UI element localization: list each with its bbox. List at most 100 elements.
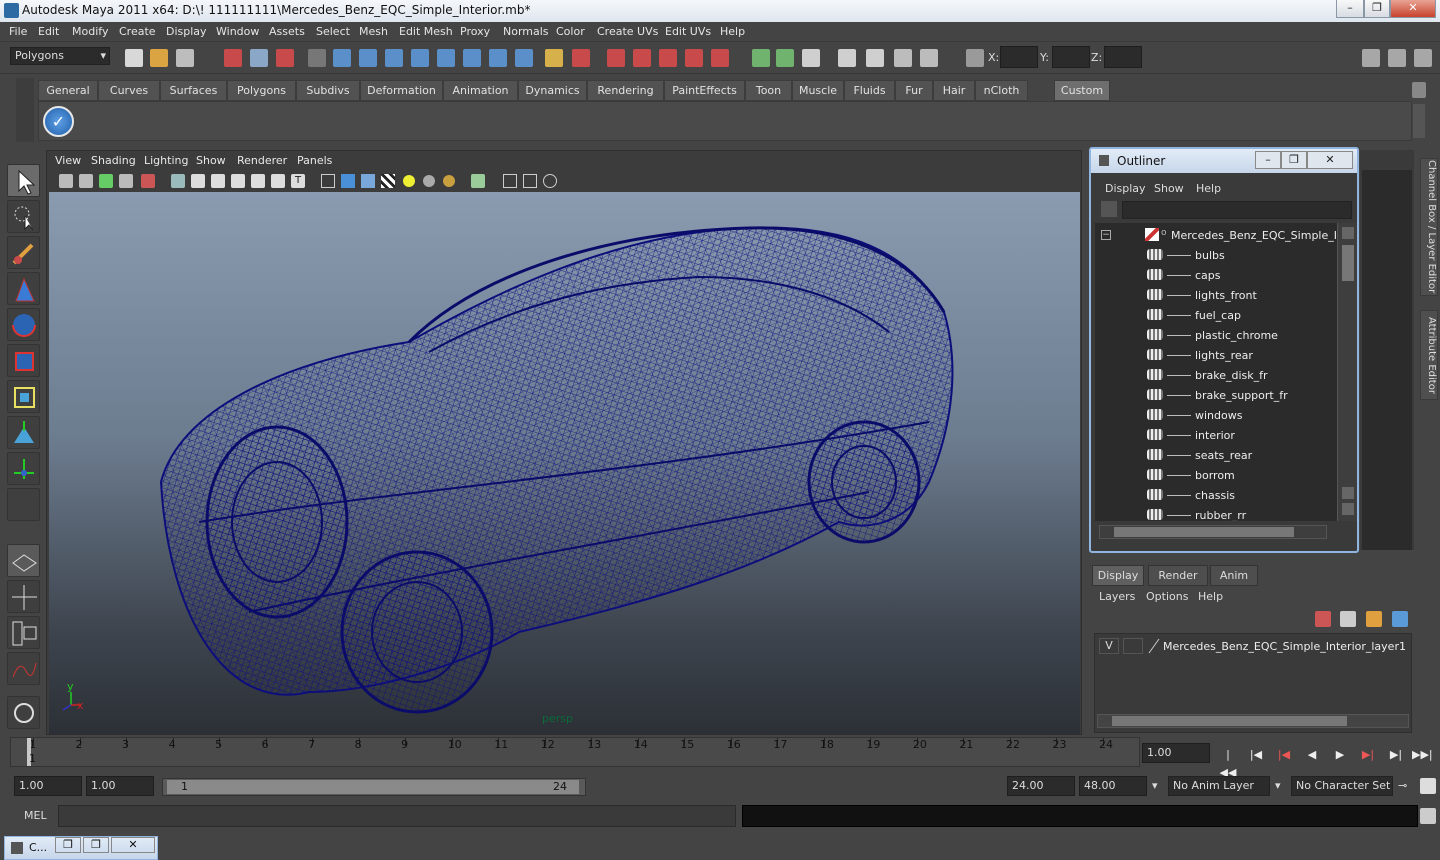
paint-select-tool-icon[interactable] [7, 236, 40, 269]
animation-preferences-icon[interactable] [1420, 778, 1436, 794]
grease-pencil-icon[interactable] [141, 174, 155, 188]
shelf-handle[interactable] [16, 78, 34, 142]
go-to-end-button[interactable]: ▶▶| [1412, 746, 1433, 764]
step-back-frame-button[interactable]: |◀ [1246, 746, 1266, 764]
scale-tool-icon[interactable] [7, 344, 40, 377]
outliner-menu-display[interactable]: Display [1105, 182, 1146, 195]
layer-menu-layers[interactable]: Layers [1099, 590, 1135, 603]
select-joints-icon[interactable] [359, 49, 377, 67]
panel-menu-shading[interactable]: Shading [91, 154, 136, 167]
playback-end-field[interactable]: 24.00 [1007, 776, 1075, 796]
persp-outliner-layout-icon[interactable] [7, 616, 40, 649]
scroll-up-lower-button[interactable] [1342, 487, 1354, 499]
step-forward-key-button[interactable]: ▶| [1358, 746, 1378, 764]
animation-start-field[interactable]: 1.00 [14, 776, 82, 796]
outliner-title-bar[interactable]: Outliner – ❐ ✕ [1091, 149, 1357, 173]
move-layer-down-icon[interactable] [1340, 611, 1356, 627]
layer-color-swatch[interactable] [1147, 638, 1161, 654]
snap-curve-icon[interactable] [633, 49, 651, 67]
camera-attributes-icon[interactable] [79, 174, 93, 188]
menu-edit-uvs[interactable]: Edit UVs [665, 25, 711, 38]
snap-point-icon[interactable] [659, 49, 677, 67]
outliner-filter-icon[interactable] [1101, 201, 1117, 217]
mask-dropdown-icon[interactable] [308, 49, 326, 67]
animation-end-field[interactable]: 48.00 [1079, 776, 1147, 796]
outliner-item[interactable]: brake_support_fr [1097, 385, 1343, 405]
outliner-item[interactable]: brake_disk_fr [1097, 365, 1343, 385]
resolution-gate-icon[interactable] [211, 174, 225, 188]
menu-edit[interactable]: Edit [38, 25, 59, 38]
panel-menu-show[interactable]: Show [196, 154, 226, 167]
layer-h-scroll-thumb[interactable] [1112, 716, 1347, 726]
anim-layer-dropdown[interactable]: No Anim Layer [1168, 776, 1270, 796]
menu-assets[interactable]: Assets [269, 25, 305, 38]
soft-mod-tool-icon[interactable] [7, 416, 40, 449]
construction-history-icon[interactable] [802, 49, 820, 67]
select-hierarchy-icon[interactable] [224, 49, 242, 67]
channel-box-list[interactable] [1362, 170, 1412, 550]
outliner-item[interactable]: lights_rear [1097, 345, 1343, 365]
wireframe-shading-icon[interactable] [321, 174, 335, 188]
character-set-dropdown[interactable]: No Character Set [1291, 776, 1393, 796]
menu-color[interactable]: Color [556, 25, 585, 38]
outliner-item[interactable]: borrom [1097, 465, 1343, 485]
safe-title-icon[interactable]: T [291, 174, 305, 188]
layer-tab-display[interactable]: Display [1092, 565, 1144, 586]
h-scroll-thumb[interactable] [1114, 527, 1294, 537]
gate-mask-icon[interactable] [231, 174, 245, 188]
single-perspective-layout-icon[interactable] [7, 544, 40, 577]
panel-menu-panels[interactable]: Panels [297, 154, 332, 167]
menu-mesh[interactable]: Mesh [359, 25, 388, 38]
select-curves-icon[interactable] [385, 49, 403, 67]
layer-tab-render[interactable]: Render [1148, 565, 1208, 586]
shelf-tab-animation[interactable]: Animation [443, 80, 518, 101]
outliner-search-input[interactable] [1122, 201, 1352, 219]
smooth-shading-icon[interactable] [341, 174, 355, 188]
outliner-horizontal-scrollbar[interactable] [1099, 525, 1327, 539]
step-forward-frame-button[interactable]: ▶| [1386, 746, 1406, 764]
y-input[interactable] [1052, 46, 1090, 68]
shelf-tab-dynamics[interactable]: Dynamics [518, 80, 587, 101]
layer-menu-options[interactable]: Options [1146, 590, 1188, 603]
textured-icon[interactable] [381, 174, 395, 188]
layer-row[interactable]: V Mercedes_Benz_EQC_Simple_Interior_laye… [1095, 636, 1411, 656]
highlight-selection-icon[interactable] [572, 49, 590, 67]
make-live-icon[interactable] [711, 49, 729, 67]
layer-horizontal-scrollbar[interactable] [1097, 714, 1409, 728]
film-gate-icon[interactable] [191, 174, 205, 188]
toggle-attribute-editor-icon[interactable] [1362, 49, 1380, 67]
render-current-icon[interactable] [866, 49, 884, 67]
create-layer-from-selected-icon[interactable] [1392, 611, 1408, 627]
menu-select[interactable]: Select [316, 25, 350, 38]
outliner-tree[interactable]: − o Mercedes_Benz_EQC_Simple_Inte bulbs c… [1095, 223, 1357, 521]
key-icon[interactable]: ⊸ [1398, 779, 1407, 792]
shelf-tab-painteffects[interactable]: PaintEffects [664, 80, 745, 101]
layer-tab-anim[interactable]: Anim [1210, 565, 1258, 586]
x-input[interactable] [1000, 46, 1038, 68]
command-input[interactable] [58, 805, 736, 827]
image-plane-icon[interactable] [119, 174, 133, 188]
attribute-editor-tab[interactable]: Attribute Editor [1420, 310, 1438, 400]
select-handles-icon[interactable] [333, 49, 351, 67]
shelf-tab-surfaces[interactable]: Surfaces [160, 80, 227, 101]
render-settings-icon[interactable] [920, 49, 938, 67]
xray-icon[interactable] [503, 174, 517, 188]
maximize-minimized-button[interactable]: ❐ [83, 837, 109, 853]
outliner-item[interactable]: fuel_cap [1097, 305, 1343, 325]
minimized-window[interactable]: C... ❐ ❐ ✕ [4, 836, 158, 860]
shelf-tab-rendering[interactable]: Rendering [587, 80, 664, 101]
select-misc-icon[interactable] [515, 49, 533, 67]
close-minimized-button[interactable]: ✕ [111, 837, 155, 853]
move-layer-up-icon[interactable] [1315, 611, 1331, 627]
outliner-item[interactable]: interior [1097, 425, 1343, 445]
shelf-tab-hair[interactable]: Hair [933, 80, 975, 101]
select-deformations-icon[interactable] [437, 49, 455, 67]
step-back-key-button[interactable]: |◀ [1274, 746, 1294, 764]
all-lights-icon[interactable] [423, 175, 435, 187]
shelf-tab-ncloth[interactable]: nCloth [975, 80, 1028, 101]
outliner-item[interactable]: caps [1097, 265, 1343, 285]
shelf-tab-subdivs[interactable]: Subdivs [296, 80, 360, 101]
layer-visibility-toggle[interactable]: V [1099, 638, 1119, 654]
time-slider[interactable]: 1 2 3 4 5 6 7 8 9 10 11 12 13 14 15 16 17 18 19 20 21 22 23 24 … [10, 737, 1140, 767]
snap-view-plane-icon[interactable] [685, 49, 703, 67]
